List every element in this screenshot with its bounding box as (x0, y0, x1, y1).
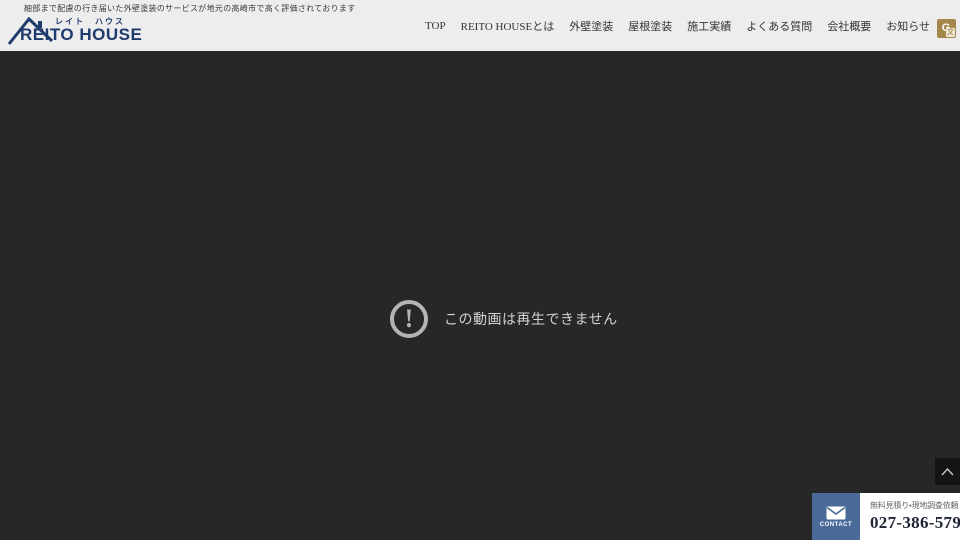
chevron-up-icon (941, 467, 954, 475)
contact-button-label: CONTACT (819, 521, 853, 528)
hero-video-area: ! この動画は再生できません (0, 51, 960, 540)
main-nav: TOP REITO HOUSEとは 外壁塗装 屋根塗装 施工実績 よくある質問 … (425, 0, 930, 51)
envelope-icon (826, 506, 846, 519)
site-header: 細部まで配慮の行き届いた外壁塗装のサービスが地元の高崎市で高く評価されております… (0, 0, 960, 51)
back-to-top-button[interactable] (935, 458, 960, 485)
logo-name: REITO HOUSE (20, 25, 143, 44)
nav-item-works[interactable]: 施工実績 (687, 18, 731, 34)
google-translate-icon[interactable]: G 文 (937, 19, 956, 38)
nav-item-top[interactable]: TOP (425, 20, 446, 32)
site-logo[interactable]: レイト ハウス REITO HOUSE (8, 15, 142, 47)
nav-item-about[interactable]: REITO HOUSEとは (461, 18, 555, 34)
video-error-message: ! この動画は再生できません (390, 300, 618, 338)
site-tagline: 細部まで配慮の行き届いた外壁塗装のサービスが地元の高崎市で高く評価されております (24, 4, 356, 13)
nav-item-company[interactable]: 会社概要 (827, 18, 871, 34)
contact-phone-number[interactable]: 027-386-5791 (870, 513, 960, 533)
contact-button[interactable]: CONTACT (812, 493, 860, 540)
nav-item-roof-paint[interactable]: 屋根塗装 (628, 18, 672, 34)
contact-info: 無料見積り・現地調査依頼 027-386-5791 (860, 493, 960, 540)
contact-caption: 無料見積り・現地調査依頼 (870, 501, 959, 510)
contact-widget[interactable]: CONTACT 無料見積り・現地調査依頼 027-386-5791 (812, 493, 960, 540)
translate-zi-glyph: 文 (946, 28, 955, 37)
video-error-text: この動画は再生できません (444, 311, 618, 327)
error-exclamation-icon: ! (390, 300, 428, 338)
nav-item-faq[interactable]: よくある質問 (746, 18, 812, 34)
nav-item-exterior-paint[interactable]: 外壁塗装 (569, 18, 613, 34)
nav-item-news[interactable]: お知らせ (886, 18, 930, 34)
